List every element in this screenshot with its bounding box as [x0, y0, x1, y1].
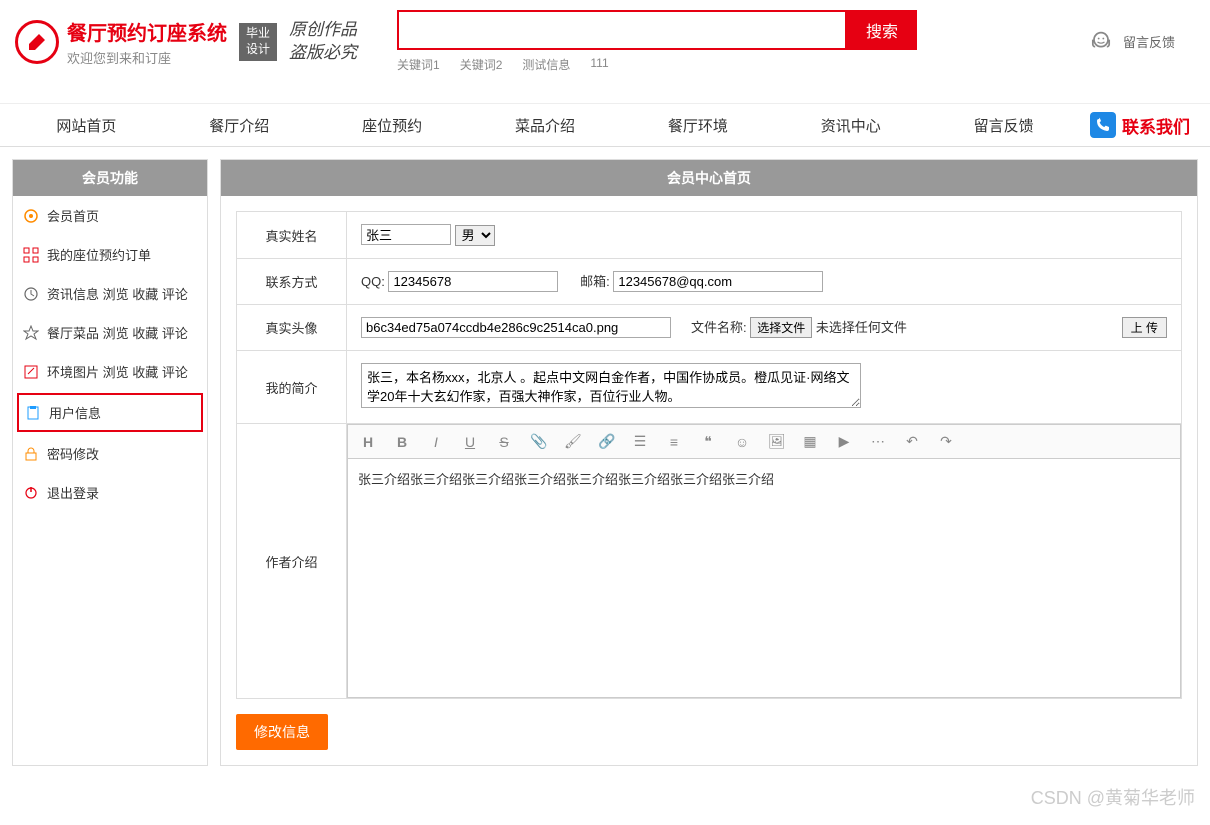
sidebar-item-orders[interactable]: 我的座位预约订单 [13, 235, 207, 274]
undo-icon[interactable]: ↶ [904, 433, 920, 450]
quote-icon[interactable]: ❝ [700, 433, 716, 450]
power-icon [23, 485, 39, 501]
emoji-icon[interactable]: ☺ [734, 434, 750, 450]
editor-toolbar: H B I U S 📎 🖌 🔗 ☰ ≡ ❝ ☺ 🖼 [347, 424, 1181, 458]
qq-label: QQ: [361, 274, 388, 289]
gender-select[interactable]: 男 [455, 225, 495, 246]
nav-environment[interactable]: 餐厅环境 [621, 104, 774, 146]
nav-reservation[interactable]: 座位预约 [316, 104, 469, 146]
nav-feedback[interactable]: 留言反馈 [927, 104, 1080, 146]
label-contact: 联系方式 [237, 259, 347, 305]
sidebar: 会员功能 会员首页 我的座位预约订单 资讯信息 浏览 收藏 评论 餐厅菜品 浏览… [12, 159, 208, 766]
bold-icon[interactable]: B [394, 434, 410, 450]
strike-icon[interactable]: S [496, 434, 512, 450]
qq-input[interactable] [388, 271, 558, 292]
nav-news[interactable]: 资讯中心 [774, 104, 927, 146]
list-icon[interactable]: ☰ [632, 433, 648, 450]
avatar-path-input[interactable] [361, 317, 671, 338]
content-title: 会员中心首页 [221, 160, 1197, 196]
sidebar-item-logout[interactable]: 退出登录 [13, 473, 207, 512]
sidebar-title: 会员功能 [13, 160, 207, 196]
badge: 毕业 设计 [239, 23, 277, 61]
label-intro: 我的简介 [237, 351, 347, 424]
align-icon[interactable]: ≡ [666, 434, 682, 450]
logo-icon [15, 20, 59, 64]
table-icon[interactable]: ▦ [802, 433, 818, 450]
home-icon [23, 208, 39, 224]
star-icon [23, 325, 39, 341]
label-realname: 真实姓名 [237, 212, 347, 259]
label-author: 作者介绍 [237, 424, 347, 699]
link-icon[interactable]: 🔗 [598, 433, 614, 450]
phone-icon [1090, 112, 1116, 138]
more-icon[interactable]: ⋯ [870, 433, 886, 450]
nav-menu[interactable]: 菜品介绍 [469, 104, 622, 146]
nav-home[interactable]: 网站首页 [10, 104, 163, 146]
attach-icon[interactable]: 📎 [530, 433, 546, 450]
sidebar-item-images[interactable]: 环境图片 浏览 收藏 评论 [13, 352, 207, 391]
sidebar-item-dishes[interactable]: 餐厅菜品 浏览 收藏 评论 [13, 313, 207, 352]
upload-button[interactable]: 上 传 [1122, 317, 1167, 338]
redo-icon[interactable]: ↷ [938, 433, 954, 450]
file-label: 文件名称: [691, 320, 747, 335]
submit-button[interactable]: 修改信息 [236, 714, 328, 750]
label-avatar: 真实头像 [237, 305, 347, 351]
edit-icon [23, 364, 39, 380]
choose-file-button[interactable]: 选择文件 [750, 317, 812, 338]
watermark: CSDN @黄菊华老师 [1031, 784, 1195, 810]
no-file-text: 未选择任何文件 [816, 320, 907, 335]
intro-textarea[interactable]: 张三，本名杨xxx，北京人 。起点中文网白金作者，中国作协成员。橙瓜见证·网络文… [361, 363, 861, 408]
underline-icon[interactable]: U [462, 434, 478, 450]
nav-restaurant[interactable]: 餐厅介绍 [163, 104, 316, 146]
logo[interactable]: 餐厅预约订座系统 欢迎您到来和订座 [15, 17, 227, 67]
sidebar-item-home[interactable]: 会员首页 [13, 196, 207, 235]
search-keywords: 关键词1 关键词2 测试信息 111 [397, 56, 917, 73]
video-icon[interactable]: ▶ [836, 433, 852, 450]
nav-contact[interactable]: 联系我们 [1080, 104, 1200, 146]
headset-icon [1087, 28, 1115, 56]
site-title: 餐厅预约订座系统 [67, 17, 227, 46]
sidebar-item-news[interactable]: 资讯信息 浏览 收藏 评论 [13, 274, 207, 313]
search-input[interactable] [397, 10, 847, 50]
search-button[interactable]: 搜索 [847, 10, 917, 50]
clipboard-icon [25, 405, 41, 421]
main-nav: 网站首页 餐厅介绍 座位预约 菜品介绍 餐厅环境 资讯中心 留言反馈 联系我们 [0, 103, 1210, 147]
email-label: 邮箱: [580, 274, 613, 289]
author-editor[interactable]: 张三介绍张三介绍张三介绍张三介绍张三介绍张三介绍张三介绍张三介绍 [347, 458, 1181, 698]
image-icon[interactable]: 🖼 [768, 433, 784, 450]
clock-icon [23, 286, 39, 302]
feedback-link[interactable]: 留言反馈 [1087, 28, 1175, 56]
sidebar-item-password[interactable]: 密码修改 [13, 434, 207, 473]
grid-icon [23, 247, 39, 263]
realname-input[interactable] [361, 224, 451, 245]
email-input[interactable] [613, 271, 823, 292]
italic-icon[interactable]: I [428, 434, 444, 450]
brush-icon[interactable]: 🖌 [564, 433, 580, 450]
heading-icon[interactable]: H [360, 434, 376, 450]
site-subtitle: 欢迎您到来和订座 [67, 48, 227, 67]
content-panel: 会员中心首页 真实姓名 男 联系方式 QQ: 邮箱: [220, 159, 1198, 766]
slogan: 原创作品 盗版必究 [289, 19, 357, 63]
sidebar-item-profile[interactable]: 用户信息 [17, 393, 203, 432]
lock-icon [23, 446, 39, 462]
